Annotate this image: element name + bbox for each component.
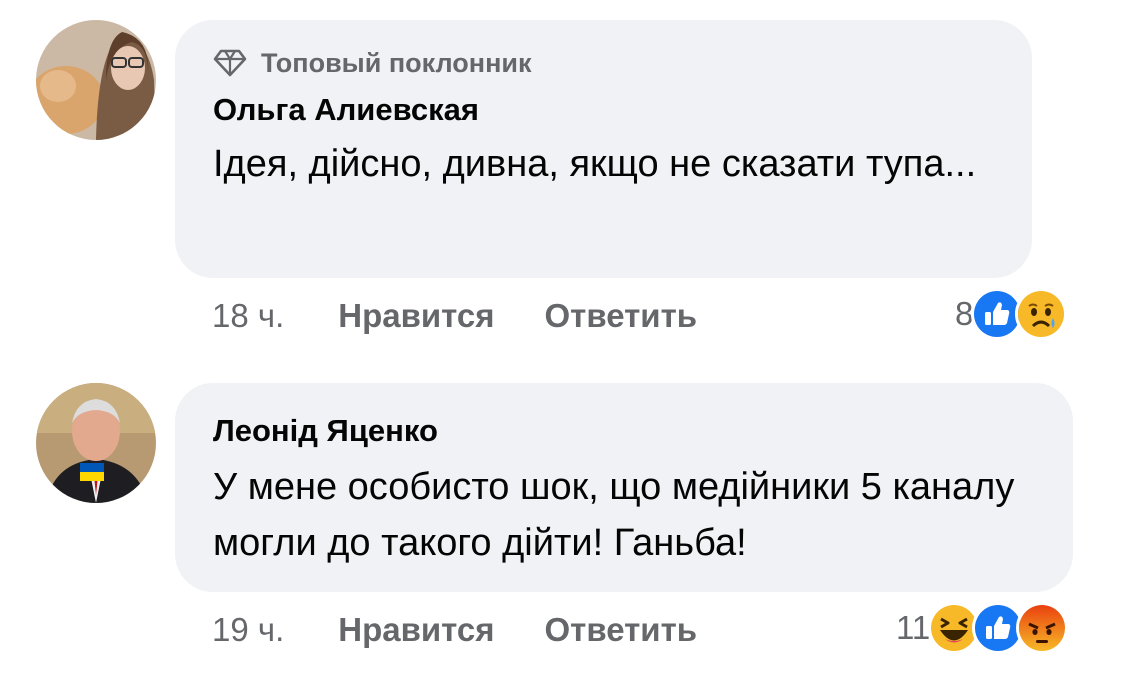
avatar-image: [36, 20, 156, 140]
badge-label: Топовый поклонник: [261, 47, 532, 78]
sad-icon: [1015, 288, 1068, 340]
comment-actions: 19 ч. Нравится Ответить: [212, 608, 697, 652]
comment-actions: 18 ч. Нравится Ответить: [212, 294, 697, 338]
reaction-summary[interactable]: 8: [955, 288, 1068, 340]
comment-text: Ідея, дійсно, дивна, якщо не сказати туп…: [213, 143, 977, 185]
avatar[interactable]: [36, 383, 156, 503]
like-button[interactable]: Нравится: [338, 611, 494, 649]
avatar[interactable]: [36, 20, 156, 140]
reaction-icons: [928, 602, 1069, 654]
reaction-icons: [971, 288, 1068, 340]
reaction-count: 11: [896, 609, 931, 646]
diamond-icon: [213, 49, 247, 77]
author-name[interactable]: Леонід Яценко: [213, 411, 1035, 451]
author-name[interactable]: Ольга Алиевская: [213, 90, 994, 130]
reaction-summary[interactable]: 11: [896, 602, 1069, 654]
reply-button[interactable]: Ответить: [545, 611, 698, 649]
angry-icon: [1016, 602, 1069, 654]
avatar-image: [36, 383, 156, 503]
comment-bubble: Леонід Яценко У мене особисто шок, що ме…: [175, 383, 1073, 592]
comment-text: У мене особисто шок, що медійники 5 кана…: [213, 466, 1015, 564]
reply-button[interactable]: Ответить: [545, 297, 698, 335]
top-fan-badge[interactable]: Топовый поклонник: [213, 46, 994, 80]
comment-time[interactable]: 18 ч.: [212, 297, 284, 335]
comment-time[interactable]: 19 ч.: [212, 611, 284, 649]
like-button[interactable]: Нравится: [338, 297, 494, 335]
comment-bubble: Топовый поклонник Ольга Алиевская Ідея, …: [175, 20, 1032, 278]
